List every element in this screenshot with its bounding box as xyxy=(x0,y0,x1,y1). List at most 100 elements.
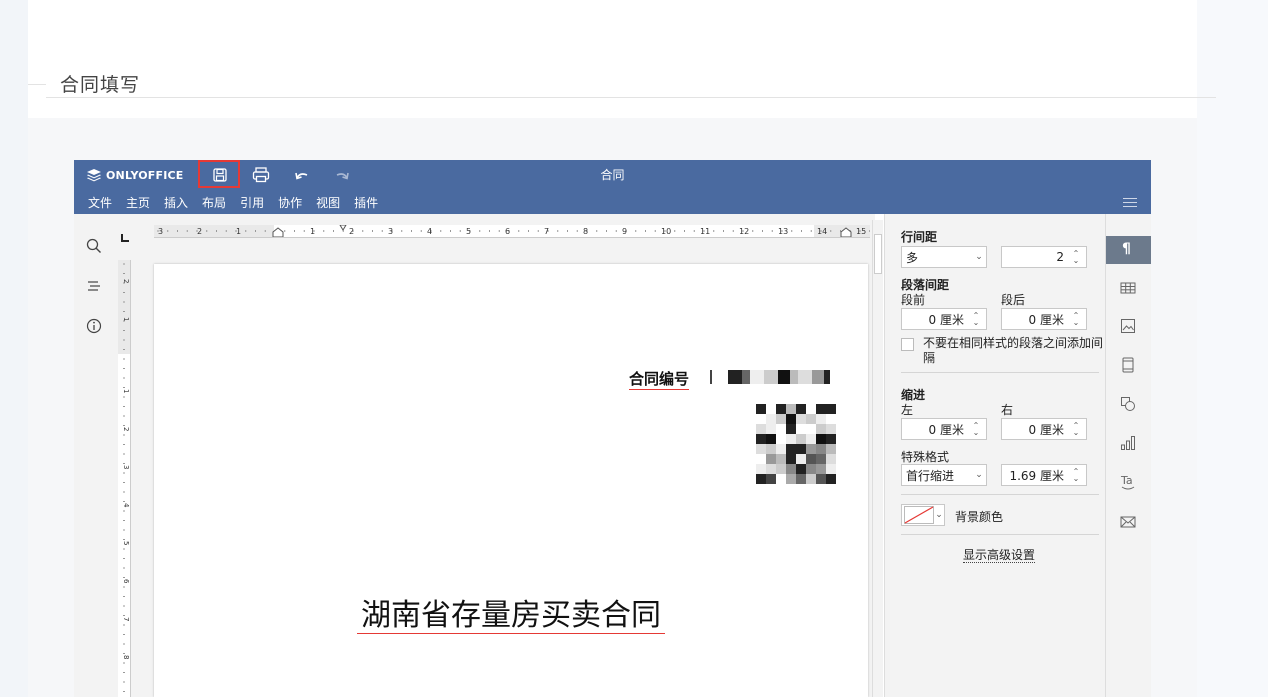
ruler-number: 12 xyxy=(739,227,749,236)
tab-stop-selector-icon[interactable] xyxy=(120,228,130,242)
separator xyxy=(901,494,1099,495)
menu-plugins[interactable]: 插件 xyxy=(354,194,378,212)
spinner-icon[interactable]: ⌃ ⌄ xyxy=(1070,250,1082,265)
ruler-number: 8 xyxy=(583,227,588,236)
text-art-settings-icon[interactable]: Ta xyxy=(1120,474,1138,492)
menu-collaboration[interactable]: 协作 xyxy=(278,194,302,212)
no-color-swatch-icon xyxy=(904,506,934,524)
ruler-number: 11 xyxy=(700,227,710,236)
qr-code xyxy=(756,404,836,484)
background-color-picker[interactable]: ⌄ xyxy=(901,504,945,526)
ruler-number: 9 xyxy=(622,227,627,236)
line-spacing-value-input[interactable]: 2 ⌃ ⌄ xyxy=(1001,246,1087,268)
spinner-icon[interactable]: ⌃ ⌄ xyxy=(970,312,982,327)
page-title: 合同填写 xyxy=(60,74,141,96)
indent-right-value: 0 厘米 xyxy=(1028,422,1064,437)
title-rule-left xyxy=(28,84,46,85)
menu-insert[interactable]: 插入 xyxy=(164,194,188,212)
shape-settings-icon[interactable] xyxy=(1120,396,1138,414)
indent-left-input[interactable]: 0 厘米 ⌃ ⌄ xyxy=(901,418,987,440)
ruler-number: 1 xyxy=(122,317,130,321)
table-settings-icon[interactable] xyxy=(1120,280,1138,298)
redacted-contract-number xyxy=(710,370,830,384)
spinner-icon[interactable]: ⌃ ⌄ xyxy=(1070,422,1082,437)
info-icon[interactable] xyxy=(86,318,104,336)
right-sidebar: ¶ Ta xyxy=(1105,214,1151,697)
menu-home[interactable]: 主页 xyxy=(126,194,150,212)
menu-file[interactable]: 文件 xyxy=(88,194,112,212)
special-format-mode: 首行缩进 xyxy=(906,468,955,483)
spacing-after-input[interactable]: 0 厘米 ⌃ ⌄ xyxy=(1001,308,1087,330)
spacing-after-value: 0 厘米 xyxy=(1028,312,1064,327)
ruler-number: 3 xyxy=(122,465,130,469)
menu-view[interactable]: 视图 xyxy=(316,194,340,212)
document-page[interactable]: 合同编号 湖南省存量房买卖合同 xyxy=(154,264,868,697)
show-advanced-settings-link[interactable]: 显示高级设置 xyxy=(885,546,1113,563)
mail-merge-icon[interactable] xyxy=(1120,514,1138,532)
ruler-number: 5 xyxy=(466,227,471,236)
separator xyxy=(901,372,1099,373)
chevron-down-icon: ⌄ xyxy=(975,470,983,480)
search-icon[interactable] xyxy=(86,238,104,256)
navigation-icon[interactable] xyxy=(86,278,104,296)
vertical-ruler[interactable]: 2 1 1 2 3 4 5 6 7 8 xyxy=(118,260,131,697)
line-spacing-label: 行间距 xyxy=(901,230,938,244)
ruler-number: 1 xyxy=(122,389,130,393)
scrollbar-thumb[interactable] xyxy=(874,234,882,274)
special-format-label: 特殊格式 xyxy=(901,450,950,464)
svg-text:Ta: Ta xyxy=(1120,474,1133,487)
ruler-number: 8 xyxy=(122,655,130,659)
ruler-number: 2 xyxy=(197,227,202,236)
indent-left-label: 左 xyxy=(901,403,914,417)
no-space-checkbox[interactable] xyxy=(901,338,914,351)
ruler-number: 10 xyxy=(661,227,671,236)
ruler-number: 2 xyxy=(349,227,354,236)
contract-heading: 湖南省存量房买卖合同 xyxy=(154,590,868,634)
indent-right-input[interactable]: 0 厘米 ⌃ ⌄ xyxy=(1001,418,1087,440)
line-spacing-mode-select[interactable]: 多 ⌄ xyxy=(901,246,987,268)
ruler-number: 1 xyxy=(310,227,315,236)
ruler-number: 2 xyxy=(122,279,130,283)
spacing-before-input[interactable]: 0 厘米 ⌃ ⌄ xyxy=(901,308,987,330)
special-format-select[interactable]: 首行缩进 ⌄ xyxy=(901,464,987,486)
spacing-after-label: 段后 xyxy=(1001,293,1026,307)
hamburger-menu-icon[interactable] xyxy=(1123,198,1137,208)
ruler-number: 6 xyxy=(505,227,510,236)
document-title: 合同 xyxy=(600,168,625,182)
ruler-number: 5 xyxy=(122,541,130,545)
onlyoffice-editor: ONLYOFFICE 合同 文件 主页 插入 布局 引用 协作 视图 插件 3 … xyxy=(74,160,1151,697)
ruler-number: 13 xyxy=(778,227,788,236)
pilcrow-icon: ¶ xyxy=(1122,241,1131,257)
contract-heading-text: 湖南省存量房买卖合同 xyxy=(357,598,665,634)
spinner-icon[interactable]: ⌃ ⌄ xyxy=(1070,468,1082,483)
header-footer-settings-icon[interactable] xyxy=(1120,357,1138,375)
ruler-number: 7 xyxy=(544,227,549,236)
menu-references[interactable]: 引用 xyxy=(240,194,264,212)
editor-header: ONLYOFFICE 合同 文件 主页 插入 布局 引用 协作 视图 插件 xyxy=(74,160,1151,214)
line-spacing-mode-value: 多 xyxy=(906,250,919,265)
chevron-down-icon: ⌄ xyxy=(975,252,983,262)
spacing-before-label: 段前 xyxy=(901,293,926,307)
paragraph-settings-tab[interactable]: ¶ xyxy=(1106,236,1151,264)
chevron-down-icon: ⌄ xyxy=(935,510,943,520)
no-space-checkbox-label: 不要在相同样式的段落之间添加间隔 xyxy=(923,336,1104,365)
image-settings-icon[interactable] xyxy=(1120,318,1138,336)
main-menu: 文件 主页 插入 布局 引用 协作 视图 插件 xyxy=(74,194,378,212)
horizontal-ruler[interactable]: 3 2 1 1 2 3 4 5 6 7 8 9 10 11 12 13 14 15 xyxy=(154,225,870,238)
menu-layout[interactable]: 布局 xyxy=(202,194,226,212)
ruler-number: 4 xyxy=(122,503,130,508)
right-gutter xyxy=(1197,0,1268,697)
special-format-value-input[interactable]: 1.69 厘米 ⌃ ⌄ xyxy=(1001,464,1087,486)
ruler-number: 3 xyxy=(158,227,163,236)
ruler-number: 1 xyxy=(236,227,241,236)
ruler-number: 3 xyxy=(388,227,393,236)
show-advanced-settings-text: 显示高级设置 xyxy=(962,548,1035,563)
indent-left-value: 0 厘米 xyxy=(928,422,964,437)
spinner-icon[interactable]: ⌃ ⌄ xyxy=(970,422,982,437)
chart-settings-icon[interactable] xyxy=(1120,435,1138,453)
vertical-scrollbar[interactable] xyxy=(872,220,883,697)
ruler-number: 14 xyxy=(817,227,827,236)
indent-right-label: 右 xyxy=(1001,403,1014,417)
spinner-icon[interactable]: ⌃ ⌄ xyxy=(1070,312,1082,327)
ruler-number: 15 xyxy=(856,227,866,236)
